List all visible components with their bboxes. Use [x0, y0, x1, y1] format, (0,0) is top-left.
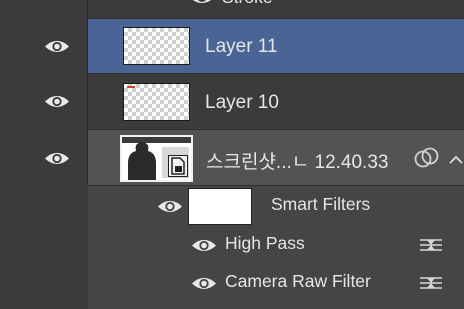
- layer-name[interactable]: Layer 11: [205, 36, 278, 58]
- eye-icon[interactable]: [44, 150, 70, 167]
- link-circles-icon[interactable]: [414, 146, 440, 175]
- visibility-column: [0, 264, 88, 309]
- chevron-up-icon[interactable]: [449, 152, 463, 170]
- filter-row-high-pass[interactable]: High Pass: [0, 226, 464, 264]
- eye-icon[interactable]: [44, 93, 70, 110]
- eye-icon[interactable]: [44, 38, 70, 55]
- filter-row-camera-raw[interactable]: Camera Raw Filter: [0, 264, 464, 309]
- layer-name[interactable]: Layer 10: [205, 92, 279, 114]
- visibility-column: [0, 186, 88, 226]
- layer-effect-label: Stroke: [222, 0, 273, 8]
- eye-icon[interactable]: [188, 0, 216, 6]
- eye-icon[interactable]: [191, 275, 217, 292]
- smart-filters-mask-thumbnail: [188, 188, 252, 225]
- filter-options-icon[interactable]: [418, 273, 444, 293]
- smart-filters-row[interactable]: Smart Filters: [0, 186, 464, 226]
- smart-filters-label: Smart Filters: [271, 194, 371, 214]
- filter-label: Camera Raw Filter: [225, 271, 371, 291]
- layer-effect-stroke-row[interactable]: Stroke: [0, 0, 464, 19]
- layer-row-layer-10[interactable]: Layer 10: [0, 74, 464, 130]
- eye-icon[interactable]: [191, 237, 217, 254]
- layer-row-layer-11[interactable]: Layer 11: [0, 19, 464, 74]
- visibility-column: [0, 226, 88, 264]
- layer-thumbnail: [123, 83, 190, 121]
- smart-object-icon: [168, 155, 188, 177]
- layer-row-smart-object[interactable]: 스크린샷...ㄴ 12.40.33: [0, 130, 464, 186]
- smart-object-thumbnail: [120, 135, 193, 182]
- layer-name[interactable]: 스크린샷...ㄴ 12.40.33: [206, 147, 388, 174]
- layer-thumbnail: [123, 27, 190, 65]
- filter-label: High Pass: [225, 233, 305, 253]
- visibility-column: [0, 0, 88, 19]
- eye-icon[interactable]: [157, 198, 183, 215]
- filter-options-icon[interactable]: [418, 235, 444, 255]
